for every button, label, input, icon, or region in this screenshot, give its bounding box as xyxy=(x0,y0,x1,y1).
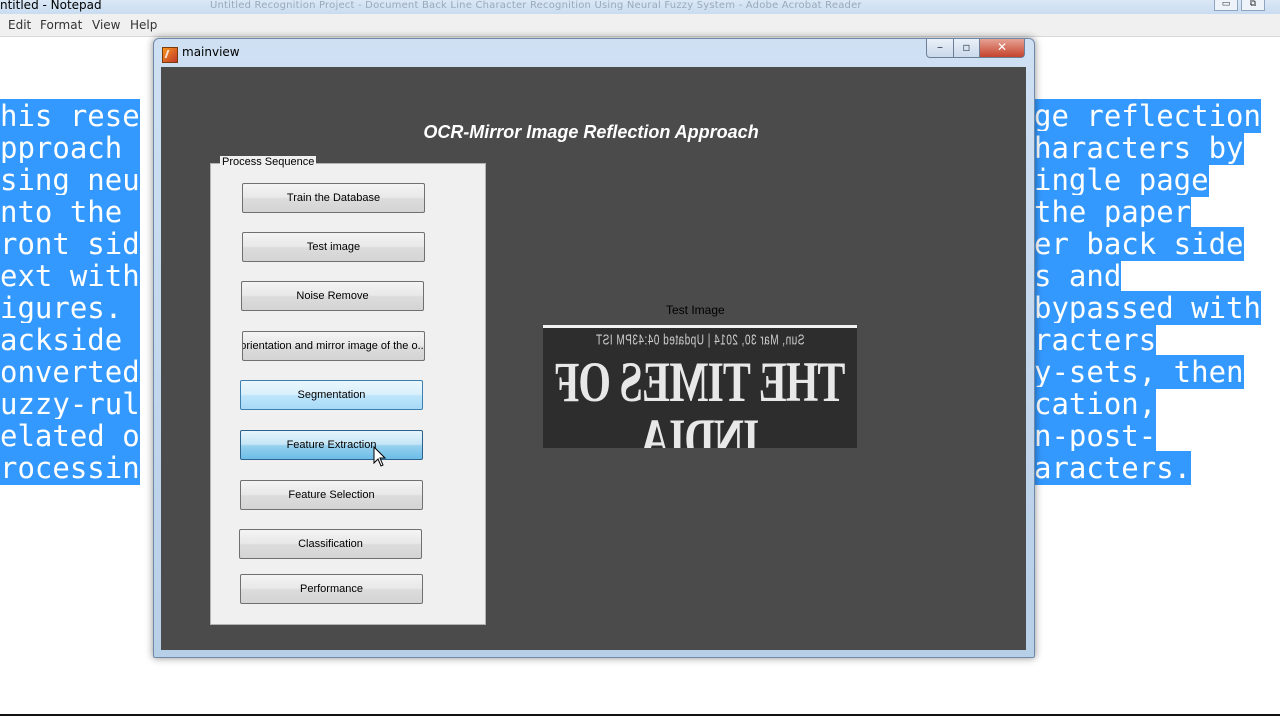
text-line: his rese xyxy=(0,99,140,133)
test-image-axes: Sun, Mar 30, 2014 | Updated 04:43PM IST … xyxy=(543,325,857,448)
text-line: the paper xyxy=(1034,195,1192,229)
text-line: haracters by xyxy=(1034,131,1244,165)
segmentation-button[interactable]: Segmentation xyxy=(240,380,423,410)
page-title: OCR-Mirror Image Reflection Approach xyxy=(423,122,759,142)
text-line: bypassed with xyxy=(1034,291,1261,325)
panel-title: Process Sequence xyxy=(220,156,317,168)
process-sequence-panel: Process Sequence Train the Database Test… xyxy=(210,156,486,625)
minimize-icon[interactable]: – xyxy=(926,39,954,58)
text-line: ge reflection xyxy=(1034,99,1261,133)
text-line: ront sid xyxy=(0,227,140,261)
notepad-menubar xyxy=(0,14,1280,37)
orientation-mirror-button[interactable]: orientation and mirror image of the o... xyxy=(242,331,425,361)
train-database-button[interactable]: Train the Database xyxy=(242,183,425,213)
figure-canvas: OCR-Mirror Image Reflection Approach Pro… xyxy=(161,67,1026,650)
text-line: y-sets, then xyxy=(1034,355,1244,389)
axes-title: Test Image xyxy=(666,303,725,317)
text-line: ingle page xyxy=(1034,163,1209,197)
menu-edit[interactable]: Edit xyxy=(8,18,31,32)
menu-help[interactable]: Help xyxy=(130,18,157,32)
mirrored-masthead: THE TIMES OF INDIA xyxy=(554,352,846,448)
mirrored-dateline: Sun, Mar 30, 2014 | Updated 04:43PM IST xyxy=(595,332,805,349)
mouse-cursor-icon xyxy=(373,446,387,467)
window-title: mainview xyxy=(182,45,240,59)
feature-extraction-button[interactable]: Feature Extraction xyxy=(240,430,423,460)
image-border xyxy=(543,325,857,328)
text-line: s and xyxy=(1034,259,1122,293)
feature-selection-button[interactable]: Feature Selection xyxy=(240,480,423,510)
mainview-window: mainview – ▫ ✕ OCR-Mirror Image Reflecti… xyxy=(153,38,1035,658)
classification-button[interactable]: Classification xyxy=(239,529,422,559)
noise-remove-button[interactable]: Noise Remove xyxy=(241,281,424,311)
performance-button[interactable]: Performance xyxy=(240,574,423,604)
text-line: ackside xyxy=(0,323,140,357)
menu-format[interactable]: Format xyxy=(40,18,82,32)
text-line: cation, xyxy=(1034,387,1157,421)
text-line: racters xyxy=(1034,323,1157,357)
notepad-titlebar: ntitled - Notepad Untitled Recognition P… xyxy=(0,0,1280,14)
text-line: uzzy-rul xyxy=(0,387,140,421)
text-line: aracters. xyxy=(1034,451,1192,485)
taskbar-edge xyxy=(0,714,1280,716)
text-line: n-post- xyxy=(1034,419,1157,453)
text-line: elated o xyxy=(0,419,140,453)
menu-view[interactable]: View xyxy=(92,18,120,32)
notepad-title: ntitled - Notepad xyxy=(0,0,102,12)
notepad-restore-icon[interactable]: ⧉ xyxy=(1241,0,1265,11)
matlab-icon xyxy=(162,47,178,63)
text-line: onverted xyxy=(0,355,140,389)
text-line: rocessin xyxy=(0,451,140,485)
maximize-icon[interactable]: ▫ xyxy=(953,39,980,58)
text-line: er back side xyxy=(1034,227,1244,261)
text-line: ext with xyxy=(0,259,140,293)
text-line: pproach xyxy=(0,131,140,165)
text-line: igures. xyxy=(0,291,140,325)
test-image-button[interactable]: Test image xyxy=(242,232,425,262)
notepad-minimize-icon[interactable]: ▭ xyxy=(1214,0,1238,11)
close-icon[interactable]: ✕ xyxy=(979,39,1025,58)
background-window-title: Untitled Recognition Project - Document … xyxy=(210,0,862,11)
text-line: nto the xyxy=(0,195,140,229)
text-line: sing neu xyxy=(0,163,140,197)
